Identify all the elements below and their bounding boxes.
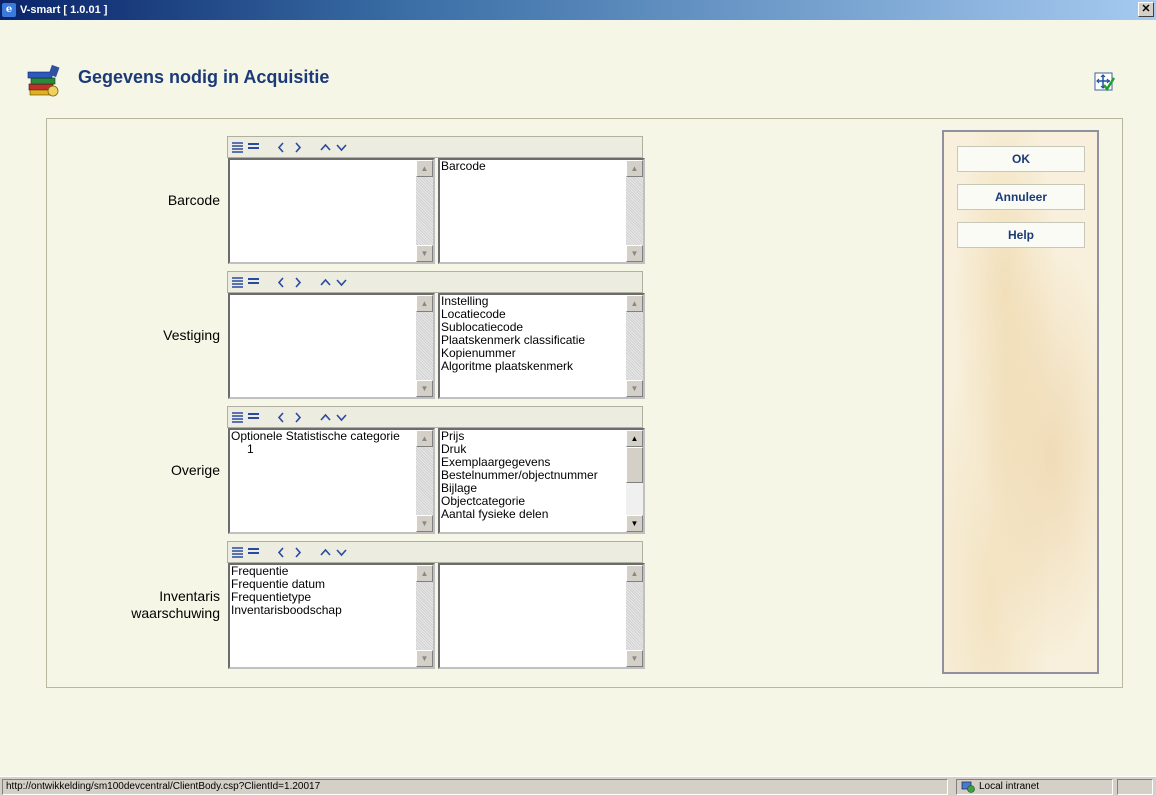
- select-all-icon[interactable]: [231, 141, 244, 153]
- scroll-up-icon[interactable]: ▲: [416, 295, 433, 312]
- group-label-overige: Overige: [170, 462, 220, 478]
- group-toolbar-inventaris: [227, 541, 643, 563]
- scroll-down-icon[interactable]: ▼: [626, 650, 643, 667]
- browser-icon: e: [2, 3, 16, 17]
- list-item[interactable]: Optionele Statistische categorie: [231, 430, 416, 443]
- move-down-icon[interactable]: [335, 547, 348, 558]
- move-help-icon[interactable]: [1092, 70, 1116, 94]
- scrollbar[interactable]: ▲ ▼: [416, 565, 433, 667]
- scroll-up-icon[interactable]: ▲: [416, 160, 433, 177]
- list-item[interactable]: Barcode: [441, 160, 626, 173]
- intranet-icon: [961, 781, 975, 793]
- deselect-all-icon[interactable]: [247, 412, 260, 423]
- move-up-icon[interactable]: [319, 277, 332, 288]
- scroll-up-icon[interactable]: ▲: [626, 160, 643, 177]
- scrollbar[interactable]: ▲ ▼: [626, 430, 643, 532]
- scroll-down-icon[interactable]: ▼: [626, 515, 643, 532]
- move-up-icon[interactable]: [319, 547, 332, 558]
- group-label-inventaris: Inventaris waarschuwing: [44, 588, 220, 622]
- available-list-barcode[interactable]: ▲ ▼: [228, 158, 435, 264]
- ok-button[interactable]: OK: [957, 146, 1085, 172]
- window-titlebar: e V-smart [ 1.0.01 ] ✕: [0, 0, 1156, 20]
- deselect-all-icon[interactable]: [247, 277, 260, 288]
- list-item[interactable]: 1: [231, 443, 416, 456]
- group-label-line: waarschuwing: [131, 605, 220, 621]
- scroll-up-icon[interactable]: ▲: [626, 295, 643, 312]
- group-label-line: Inventaris: [159, 588, 220, 604]
- scroll-down-icon[interactable]: ▼: [626, 380, 643, 397]
- deselect-all-icon[interactable]: [247, 547, 260, 558]
- status-zone: Local intranet: [956, 779, 1113, 795]
- selected-list-overige[interactable]: Prijs Druk Exemplaargegevens Bestelnumme…: [438, 428, 645, 534]
- select-all-icon[interactable]: [231, 411, 244, 423]
- move-up-icon[interactable]: [319, 412, 332, 423]
- move-right-icon[interactable]: [291, 411, 304, 423]
- scroll-down-icon[interactable]: ▼: [626, 245, 643, 262]
- resize-grip[interactable]: [1117, 779, 1153, 795]
- scroll-up-icon[interactable]: ▲: [416, 565, 433, 582]
- window-title: V-smart [ 1.0.01 ]: [20, 4, 108, 16]
- button-panel: OK Annuleer Help: [942, 130, 1099, 674]
- move-right-icon[interactable]: [291, 141, 304, 153]
- selected-list-inventaris[interactable]: ▲ ▼: [438, 563, 645, 669]
- status-url: http://ontwikkelding/sm100devcentral/Cli…: [2, 779, 948, 795]
- scrollbar[interactable]: ▲ ▼: [626, 160, 643, 262]
- select-all-icon[interactable]: [231, 276, 244, 288]
- scrollbar[interactable]: ▲ ▼: [626, 295, 643, 397]
- scroll-down-icon[interactable]: ▼: [416, 380, 433, 397]
- status-bar: http://ontwikkelding/sm100devcentral/Cli…: [0, 776, 1156, 796]
- scroll-thumb[interactable]: [626, 447, 643, 483]
- scrollbar[interactable]: ▲ ▼: [416, 160, 433, 262]
- list-item[interactable]: Algoritme plaatskenmerk: [441, 360, 626, 373]
- group-toolbar-overige: [227, 406, 643, 428]
- scroll-up-icon[interactable]: ▲: [626, 430, 643, 447]
- move-down-icon[interactable]: [335, 277, 348, 288]
- deselect-all-icon[interactable]: [247, 142, 260, 153]
- books-icon: [27, 64, 60, 97]
- move-left-icon[interactable]: [275, 546, 288, 558]
- page-title: Gegevens nodig in Acquisitie: [78, 67, 330, 87]
- available-list-inventaris[interactable]: Frequentie Frequentie datum Frequentiety…: [228, 563, 435, 669]
- move-down-icon[interactable]: [335, 412, 348, 423]
- close-button[interactable]: ✕: [1138, 2, 1154, 17]
- scroll-down-icon[interactable]: ▼: [416, 515, 433, 532]
- move-left-icon[interactable]: [275, 276, 288, 288]
- scrollbar[interactable]: ▲ ▼: [626, 565, 643, 667]
- help-button[interactable]: Help: [957, 222, 1085, 248]
- selected-list-barcode[interactable]: Barcode ▲ ▼: [438, 158, 645, 264]
- scroll-down-icon[interactable]: ▼: [416, 650, 433, 667]
- move-left-icon[interactable]: [275, 411, 288, 423]
- scrollbar[interactable]: ▲ ▼: [416, 430, 433, 532]
- move-right-icon[interactable]: [291, 546, 304, 558]
- select-all-icon[interactable]: [231, 546, 244, 558]
- available-list-vestiging[interactable]: ▲ ▼: [228, 293, 435, 399]
- scroll-up-icon[interactable]: ▲: [416, 430, 433, 447]
- list-item[interactable]: Inventarisboodschap: [231, 604, 416, 617]
- scrollbar[interactable]: ▲ ▼: [416, 295, 433, 397]
- move-down-icon[interactable]: [335, 142, 348, 153]
- selected-list-vestiging[interactable]: Instelling Locatiecode Sublocatiecode Pl…: [438, 293, 645, 399]
- zone-label: Local intranet: [979, 781, 1040, 792]
- scroll-up-icon[interactable]: ▲: [626, 565, 643, 582]
- available-list-overige[interactable]: Optionele Statistische categorie 1 ▲ ▼: [228, 428, 435, 534]
- cancel-button[interactable]: Annuleer: [957, 184, 1085, 210]
- group-toolbar-vestiging: [227, 271, 643, 293]
- list-item[interactable]: Prijs: [441, 430, 626, 443]
- group-toolbar-barcode: [227, 136, 643, 158]
- group-label-barcode: Barcode: [167, 192, 220, 208]
- move-right-icon[interactable]: [291, 276, 304, 288]
- list-item[interactable]: Aantal fysieke delen: [441, 508, 626, 521]
- group-label-vestiging: Vestiging: [163, 327, 220, 343]
- move-left-icon[interactable]: [275, 141, 288, 153]
- move-up-icon[interactable]: [319, 142, 332, 153]
- scroll-down-icon[interactable]: ▼: [416, 245, 433, 262]
